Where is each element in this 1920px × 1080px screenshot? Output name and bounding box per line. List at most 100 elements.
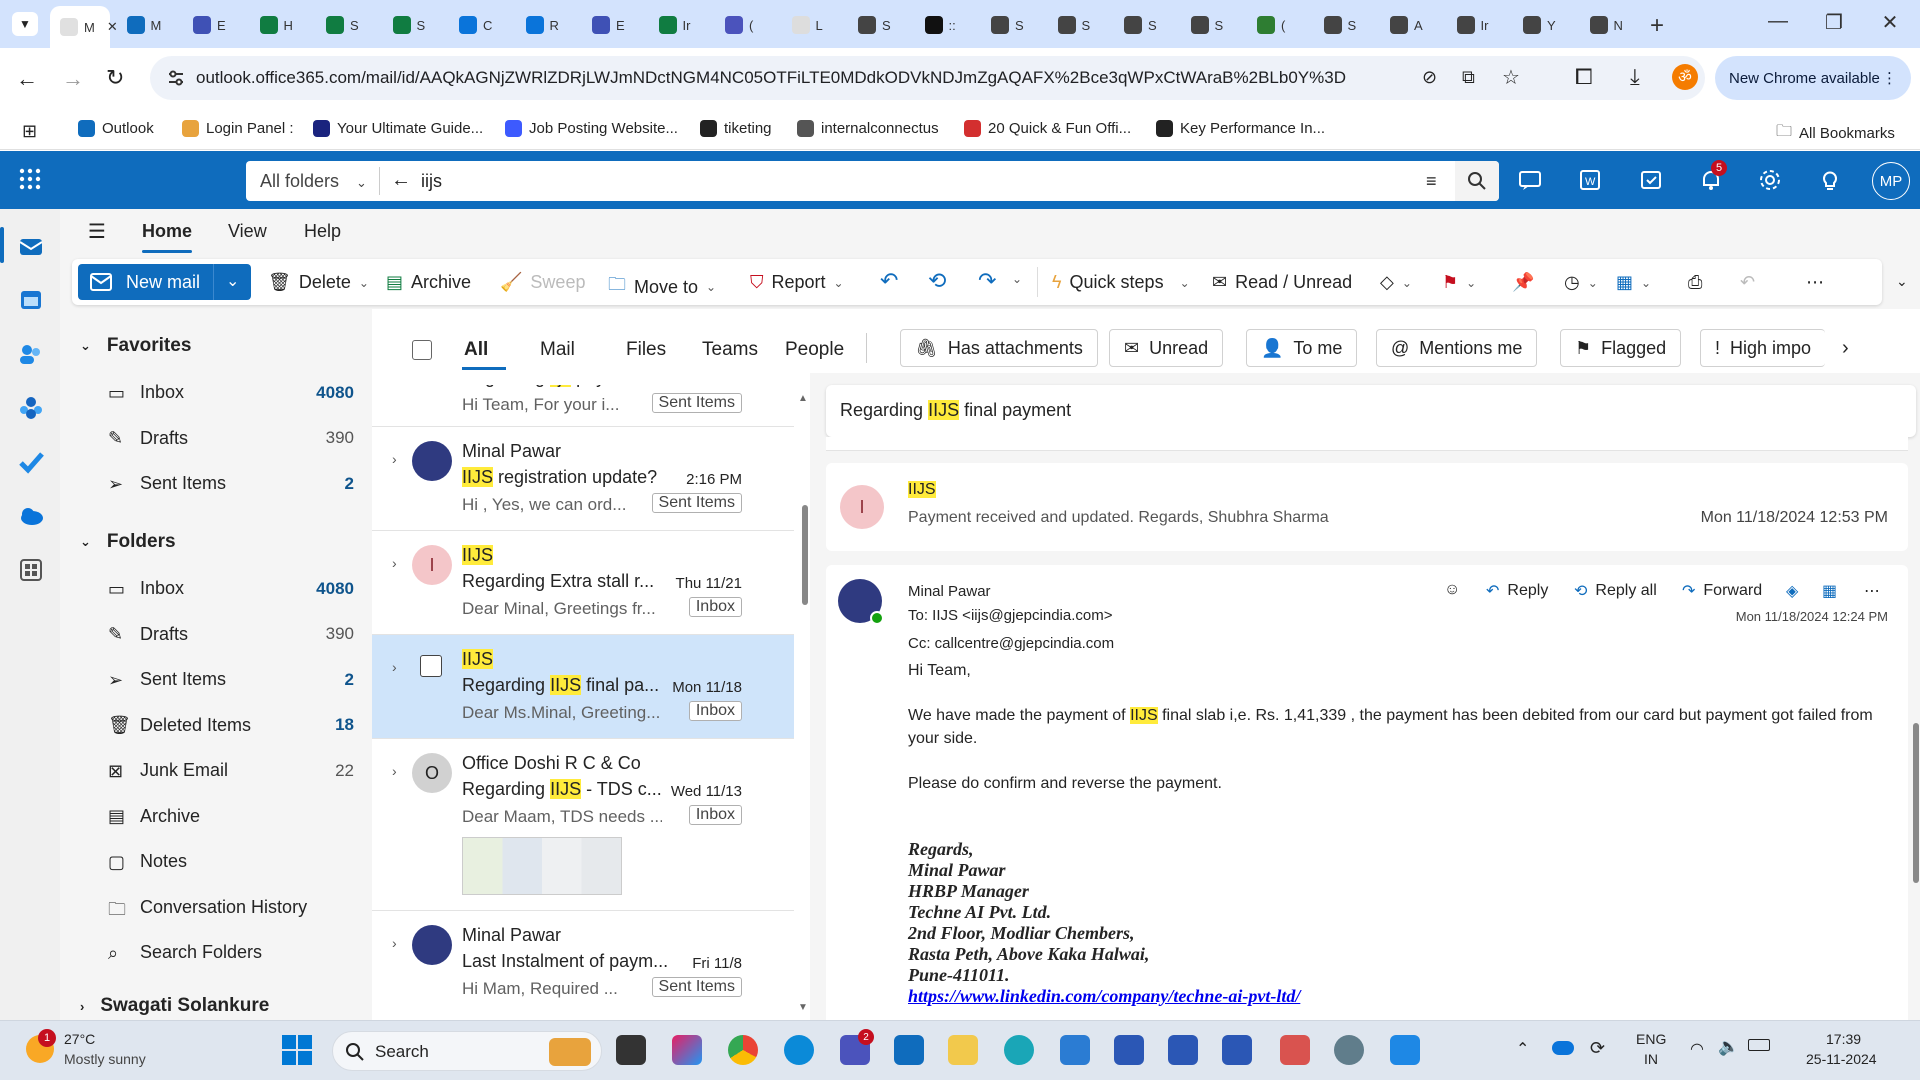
browser-tab[interactable]: S <box>981 8 1043 42</box>
new-tab-button[interactable]: + <box>1650 12 1664 40</box>
snooze-clock-icon[interactable]: ◷ ⌄ <box>1564 272 1598 293</box>
folder-item[interactable]: ➢ Sent Items 2 <box>108 473 354 494</box>
maximize-button[interactable]: ❐ <box>1814 10 1854 35</box>
nav-toggle-hamburger-icon[interactable]: ☰ <box>88 219 106 244</box>
calendar-icon[interactable] <box>18 287 44 313</box>
more-actions-icon[interactable]: ⋯ <box>1864 581 1880 601</box>
bookmark-item[interactable]: Login Panel : <box>182 120 294 137</box>
mail-app-icon[interactable] <box>894 1035 924 1065</box>
bookmark-item[interactable]: Job Posting Website... <box>505 120 678 137</box>
filter-chip[interactable]: 🖇 Has attachments <box>900 329 1098 367</box>
print-icon[interactable]: ⎙ <box>1688 272 1702 293</box>
scroll-up-arrow-icon[interactable]: ▲ <box>798 393 808 404</box>
flag-icon[interactable]: ⚑ ⌄ <box>1442 272 1476 293</box>
chevron-right-icon[interactable]: › <box>392 555 397 571</box>
app-launcher-icon[interactable] <box>18 167 42 191</box>
clock-date[interactable]: 25-11-2024 <box>1806 1051 1877 1067</box>
no-tracking-icon[interactable]: ⊘ <box>1422 67 1437 88</box>
language-eng[interactable]: ENG <box>1636 1031 1666 1047</box>
browser-tab[interactable]: S <box>1181 8 1243 42</box>
groups-icon[interactable] <box>18 395 44 421</box>
back-icon[interactable]: ← <box>16 66 38 92</box>
browser-tab[interactable]: M ✕ <box>50 6 118 48</box>
word-app-icon[interactable] <box>1168 1035 1198 1065</box>
search-input[interactable]: iijs <box>421 171 442 192</box>
new-chrome-available-button[interactable]: New Chrome available ⋮ <box>1715 56 1911 100</box>
search-scope-dropdown[interactable]: All folders ⌄ <box>260 171 367 192</box>
volume-icon[interactable]: 🔈 <box>1718 1037 1739 1057</box>
folder-item[interactable]: ✎ Drafts 390 <box>108 428 354 449</box>
close-window-button[interactable]: ✕ <box>1870 10 1910 35</box>
tab-home[interactable]: Home <box>142 221 192 242</box>
search-box[interactable]: All folders ⌄ ← iijs ≡ <box>246 161 1499 201</box>
search-back-icon[interactable]: ← <box>391 169 411 192</box>
filter-tab[interactable]: Files <box>626 339 666 361</box>
select-all-checkbox[interactable] <box>412 340 432 360</box>
weather-temp[interactable]: 27°C <box>64 1031 95 1047</box>
bookmark-item[interactable]: Key Performance In... <box>1156 120 1325 137</box>
browser-tab[interactable]: H <box>250 8 312 42</box>
move-to-button[interactable]: 🗀 Move to ⌄ <box>608 272 716 302</box>
archive-button[interactable]: ▤ Archive <box>386 272 471 293</box>
clock-time[interactable]: 17:39 <box>1826 1031 1861 1047</box>
browser-tab[interactable]: N <box>1580 8 1642 42</box>
filter-chip[interactable]: ✉ Unread <box>1109 329 1224 367</box>
filter-tab[interactable]: Teams <box>702 339 758 361</box>
folders-header[interactable]: ⌄ Folders <box>80 531 176 553</box>
weather-desc[interactable]: Mostly sunny <box>64 1051 146 1067</box>
sweep-button[interactable]: 🧹 Sweep <box>500 272 585 293</box>
file-explorer-icon[interactable] <box>948 1035 978 1065</box>
extensions-icon[interactable]: ⧠ <box>1575 64 1593 90</box>
quick-steps-button[interactable]: ϟ Quick steps ⌄ <box>1052 272 1190 293</box>
copilot-app-icon[interactable] <box>672 1035 702 1065</box>
tab-help[interactable]: Help <box>304 221 341 242</box>
url-text[interactable]: outlook.office365.com/mail/id/AAQkAGNjZW… <box>196 68 1346 88</box>
omnibox[interactable]: outlook.office365.com/mail/id/AAQkAGNjZW… <box>150 56 1705 100</box>
browser-tab[interactable]: :: <box>915 8 977 42</box>
task-view-icon[interactable] <box>616 1035 646 1065</box>
filter-chip[interactable]: 👤 To me <box>1246 329 1358 367</box>
browser-tab[interactable]: S <box>316 8 378 42</box>
forward-dropdown[interactable]: ⌄ <box>1012 272 1022 286</box>
snipping-tool-icon[interactable] <box>1280 1035 1310 1065</box>
minimize-button[interactable]: — <box>1758 10 1798 33</box>
reading-pane-scrollbar[interactable] <box>1912 373 1920 1020</box>
onedrive-cloud-icon[interactable] <box>18 503 44 529</box>
message-folder-badge[interactable]: Inbox <box>688 597 742 617</box>
alexa-app-icon[interactable] <box>1004 1035 1034 1065</box>
wifi-icon[interactable]: ◠ <box>1690 1039 1704 1059</box>
chevron-right-icon[interactable]: › <box>392 763 397 779</box>
folder-item[interactable]: 🗑 Deleted Items 18 <box>108 715 354 736</box>
browser-tab[interactable]: Ir <box>649 8 711 42</box>
browser-tab[interactable]: S <box>1314 8 1376 42</box>
folder-item[interactable]: ▭ Inbox 4080 <box>108 382 354 403</box>
folder-item[interactable]: ▢ Notes <box>108 851 354 872</box>
browser-tab[interactable]: L <box>782 8 844 42</box>
favorites-header[interactable]: ⌄ Favorites <box>80 335 191 357</box>
message-folder-badge[interactable]: Sent Items <box>651 977 742 997</box>
sync-tray-icon[interactable]: ⟳ <box>1590 1038 1605 1059</box>
notepad-app-icon[interactable] <box>1390 1035 1420 1065</box>
meet-now-icon[interactable] <box>1515 165 1545 195</box>
forward-action[interactable]: ↷ Forward <box>1682 581 1762 601</box>
battery-icon[interactable] <box>1748 1039 1770 1051</box>
folder-item[interactable]: ⊠ Junk Email 22 <box>108 760 354 781</box>
reload-icon[interactable]: ↻ <box>106 65 124 91</box>
apps-icon[interactable]: ▦ <box>1822 581 1837 601</box>
browser-tab[interactable]: C <box>449 8 511 42</box>
read-unread-button[interactable]: ✉ Read / Unread <box>1212 272 1352 293</box>
signature-link[interactable]: https://www.linkedin.com/company/techne-… <box>908 986 1878 1007</box>
browser-tab[interactable]: S <box>848 8 910 42</box>
message-folder-badge[interactable]: Inbox <box>688 701 742 721</box>
tips-lightbulb-icon[interactable] <box>1815 165 1845 195</box>
my-day-icon[interactable] <box>1636 165 1666 195</box>
profile-icon[interactable]: ॐ <box>1672 64 1698 90</box>
folder-item[interactable]: ⌕ Search Folders <box>108 942 354 963</box>
filter-tab[interactable]: Mail <box>540 339 575 361</box>
account-header[interactable]: › Swagati Solankure <box>80 995 269 1017</box>
word-app-icon[interactable] <box>1060 1035 1090 1065</box>
windows-start-icon[interactable] <box>282 1035 312 1065</box>
message-folder-badge[interactable]: Sent Items <box>651 493 742 513</box>
browser-tab[interactable]: M <box>117 8 179 42</box>
settings-gear-icon[interactable] <box>1755 165 1785 195</box>
